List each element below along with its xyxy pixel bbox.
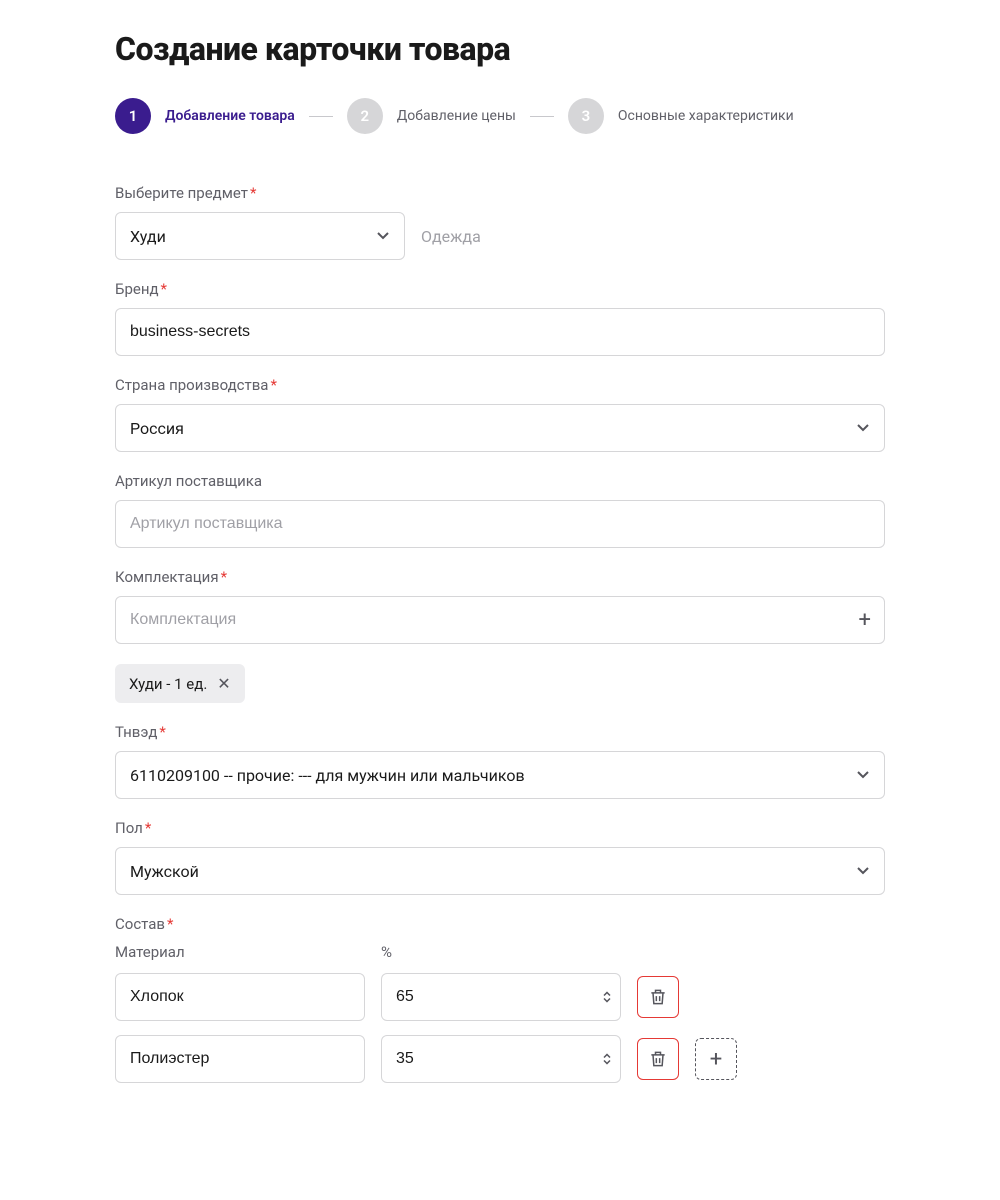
required-star: *	[145, 819, 151, 837]
step-divider	[530, 116, 554, 117]
step-3-label: Основные характеристики	[618, 108, 794, 124]
brand-label: Бренд*	[115, 280, 885, 298]
percent-input[interactable]	[381, 1035, 621, 1083]
chevron-down-icon	[856, 419, 870, 438]
bundle-label: Комплектация*	[115, 568, 885, 586]
subject-label: Выберите предмет*	[115, 184, 885, 202]
supplier-sku-input[interactable]	[115, 500, 885, 548]
gender-select[interactable]: Мужской	[115, 847, 885, 895]
bundle-input[interactable]	[115, 596, 885, 644]
step-2-circle: 2	[347, 98, 383, 134]
trash-icon	[648, 987, 668, 1007]
add-row-button[interactable]: +	[695, 1038, 737, 1080]
subject-select[interactable]: Худи	[115, 212, 405, 260]
composition-label: Состав*	[115, 915, 885, 933]
material-input[interactable]	[115, 1035, 365, 1083]
number-stepper[interactable]	[603, 1054, 611, 1065]
step-2-label: Добавление цены	[397, 108, 516, 124]
required-star: *	[221, 568, 227, 586]
subject-value: Худи	[130, 227, 166, 246]
required-star: *	[167, 915, 173, 933]
step-3-circle: 3	[568, 98, 604, 134]
required-star: *	[161, 280, 167, 298]
composition-row: +	[115, 1035, 885, 1083]
required-star: *	[159, 723, 165, 741]
tnved-value: 6110209100 -- прочие: --- для мужчин или…	[130, 766, 525, 785]
chevron-down-icon	[856, 862, 870, 881]
tnved-select[interactable]: 6110209100 -- прочие: --- для мужчин или…	[115, 751, 885, 799]
subject-category-hint: Одежда	[421, 227, 481, 246]
number-stepper[interactable]	[603, 992, 611, 1003]
chevron-down-icon	[376, 227, 390, 246]
step-1[interactable]: 1 Добавление товара	[115, 98, 295, 134]
step-2[interactable]: 2 Добавление цены	[347, 98, 516, 134]
plus-icon: +	[710, 1047, 722, 1072]
step-3[interactable]: 3 Основные характеристики	[568, 98, 794, 134]
tnved-label: Тнвэд*	[115, 723, 885, 741]
supplier-sku-label: Артикул поставщика	[115, 472, 885, 490]
country-label: Страна производства*	[115, 376, 885, 394]
country-select[interactable]: Россия	[115, 404, 885, 452]
gender-label: Пол*	[115, 819, 885, 837]
bundle-chip: Худи - 1 ед. ✕	[115, 664, 245, 703]
step-1-label: Добавление товара	[165, 108, 295, 124]
country-value: Россия	[130, 419, 184, 438]
chevron-down-icon	[856, 766, 870, 785]
delete-button[interactable]	[637, 976, 679, 1018]
composition-col-percent: %	[381, 943, 621, 961]
material-input[interactable]	[115, 973, 365, 1021]
required-star: *	[270, 376, 276, 394]
bundle-chip-label: Худи - 1 ед.	[129, 675, 207, 693]
gender-value: Мужской	[130, 862, 199, 881]
plus-icon[interactable]: +	[859, 608, 871, 633]
delete-button[interactable]	[637, 1038, 679, 1080]
step-1-circle: 1	[115, 98, 151, 134]
percent-input[interactable]	[381, 973, 621, 1021]
page-title: Создание карточки товара	[115, 30, 885, 68]
required-star: *	[250, 184, 256, 202]
composition-row	[115, 973, 885, 1021]
composition-col-material: Материал	[115, 943, 365, 961]
stepper: 1 Добавление товара 2 Добавление цены 3 …	[115, 98, 885, 134]
close-icon[interactable]: ✕	[217, 674, 230, 693]
step-divider	[309, 116, 333, 117]
trash-icon	[648, 1049, 668, 1069]
brand-input[interactable]	[115, 308, 885, 356]
